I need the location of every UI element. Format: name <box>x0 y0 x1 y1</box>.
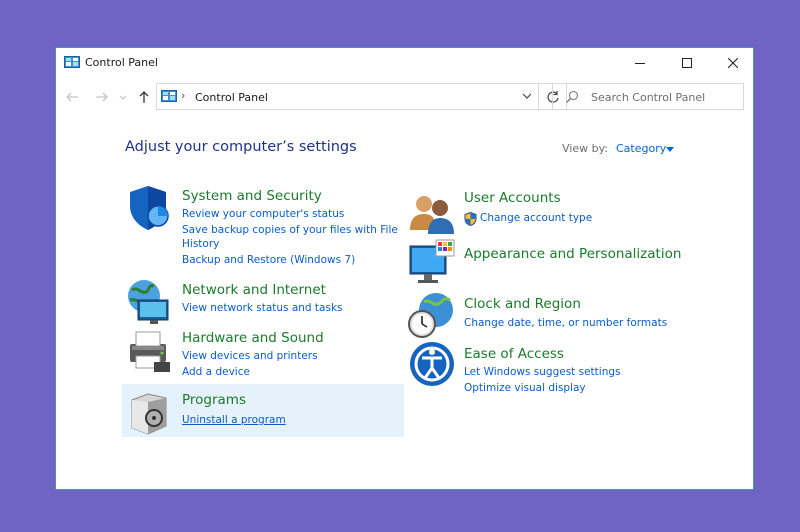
breadcrumb-separator[interactable]: › <box>181 89 185 102</box>
hardware-sound-title[interactable]: Hardware and Sound <box>182 330 324 346</box>
user-accounts-title[interactable]: User Accounts <box>464 190 561 206</box>
minimize-icon <box>635 63 645 64</box>
change-account-type-link[interactable]: Change account type <box>480 211 592 226</box>
chevron-down-icon[interactable] <box>522 92 532 100</box>
change-date-time-link[interactable]: Change date, time, or number formats <box>464 316 667 331</box>
programs-box-icon[interactable] <box>126 388 174 436</box>
control-panel-icon <box>64 56 80 68</box>
category-hardware-sound: Hardware and Sound View devices and prin… <box>126 326 406 378</box>
category-network-internet: Network and Internet View network status… <box>126 278 406 324</box>
category-ease-of-access: Ease of Access Let Windows suggest setti… <box>408 340 698 394</box>
network-internet-title[interactable]: Network and Internet <box>182 282 326 298</box>
breadcrumb-control-panel[interactable]: Control Panel <box>195 91 268 104</box>
clock-region-title[interactable]: Clock and Region <box>464 296 581 312</box>
maximize-button[interactable] <box>665 48 709 78</box>
appearance-title[interactable]: Appearance and Personalization <box>464 246 681 262</box>
system-security-title[interactable]: System and Security <box>182 188 322 204</box>
navigation-bar: › Control Panel Search Control Panel <box>56 83 753 111</box>
close-button[interactable] <box>711 48 755 78</box>
ease-of-access-icon[interactable] <box>408 340 456 388</box>
save-backup-link[interactable]: Save backup copies of your files with Fi… <box>182 223 398 238</box>
shield-icon[interactable] <box>126 184 174 232</box>
page-title: Adjust your computer’s settings <box>125 139 357 155</box>
search-box[interactable]: Search Control Panel <box>552 83 744 110</box>
review-status-link[interactable]: Review your computer's status <box>182 207 344 222</box>
control-panel-icon <box>161 90 177 102</box>
category-clock-region: Clock and Region Change date, time, or n… <box>408 292 698 340</box>
save-backup-link-cont[interactable]: History <box>182 237 219 252</box>
uac-shield-icon <box>464 212 477 226</box>
programs-title[interactable]: Programs <box>182 392 246 408</box>
ease-of-access-title[interactable]: Ease of Access <box>464 346 564 362</box>
search-icon <box>566 90 579 103</box>
dropdown-caret-icon[interactable] <box>666 147 674 152</box>
title-bar: Control Panel <box>56 48 753 78</box>
user-accounts-icon[interactable] <box>408 190 456 238</box>
back-arrow-icon[interactable] <box>64 89 80 105</box>
appearance-display-icon[interactable] <box>408 238 456 286</box>
network-globe-icon[interactable] <box>126 278 174 326</box>
category-appearance: Appearance and Personalization <box>408 238 698 286</box>
optimize-visual-display-link[interactable]: Optimize visual display <box>464 381 586 396</box>
windows-suggest-settings-link[interactable]: Let Windows suggest settings <box>464 365 621 380</box>
window-title: Control Panel <box>85 56 158 69</box>
up-arrow-icon[interactable] <box>136 89 152 105</box>
view-by-dropdown[interactable]: Category <box>616 142 666 155</box>
uninstall-program-link[interactable]: Uninstall a program <box>182 413 286 428</box>
view-network-status-link[interactable]: View network status and tasks <box>182 301 343 316</box>
backup-restore-link[interactable]: Backup and Restore (Windows 7) <box>182 253 355 268</box>
printer-icon[interactable] <box>126 326 174 374</box>
close-icon <box>728 58 738 68</box>
clock-globe-icon[interactable] <box>408 292 456 340</box>
category-user-accounts: User Accounts Change account type <box>408 184 698 234</box>
view-devices-link[interactable]: View devices and printers <box>182 349 318 364</box>
maximize-icon <box>682 58 692 68</box>
category-programs: Programs Uninstall a program <box>126 388 406 436</box>
forward-arrow-icon[interactable] <box>94 89 110 105</box>
minimize-button[interactable] <box>618 48 662 78</box>
category-system-security: System and Security Review your computer… <box>126 184 406 274</box>
address-bar[interactable]: › Control Panel <box>156 83 539 110</box>
recent-locations-chevron-icon[interactable] <box>118 89 128 105</box>
search-input[interactable]: Search Control Panel <box>591 91 705 104</box>
add-device-link[interactable]: Add a device <box>182 365 250 380</box>
control-panel-window: Control Panel › Control Panel Search Con… <box>55 47 754 490</box>
view-by-label: View by: <box>562 142 608 155</box>
